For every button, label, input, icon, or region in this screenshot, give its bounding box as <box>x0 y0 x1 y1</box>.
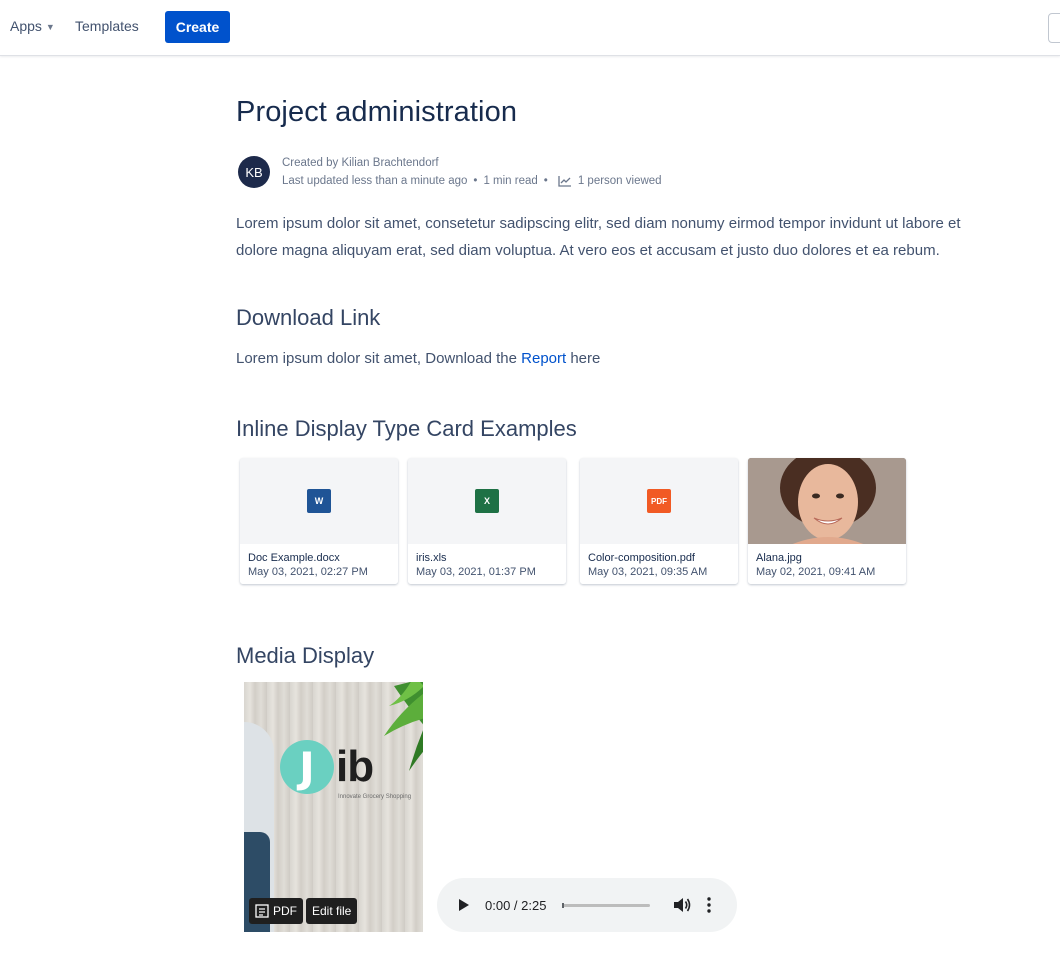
card-meta: Alana.jpg May 02, 2021, 09:41 AM <box>748 544 906 584</box>
download-paragraph: Lorem ipsum dolor sit amet, Download the… <box>236 350 600 367</box>
play-icon[interactable] <box>455 897 471 913</box>
download-suffix-text: here <box>570 350 601 367</box>
byline-text: Created by Kilian Brachtendorf Last upda… <box>282 154 662 190</box>
pdf-media-preview[interactable]: J ib Innovate Grocery Shopping PDF Edit … <box>244 682 423 932</box>
card-file-date: May 03, 2021, 09:35 AM <box>588 566 708 578</box>
pdf-icon-letters: PDF <box>651 496 667 506</box>
word-icon: W <box>307 489 331 513</box>
more-options-icon[interactable] <box>704 896 714 914</box>
card-file-name: iris.xls <box>416 552 447 564</box>
logo-tagline: Innovate Grocery Shopping <box>338 794 412 800</box>
card-file-date: May 02, 2021, 09:41 AM <box>756 566 876 578</box>
analytics-chart-icon[interactable] <box>558 175 572 187</box>
download-prefix-text: Lorem ipsum dolor sit amet, Download the <box>236 350 517 367</box>
pdf-badge-button[interactable]: PDF <box>249 898 303 924</box>
avatar[interactable]: KB <box>238 156 270 188</box>
card-file-date: May 03, 2021, 02:27 PM <box>248 566 368 578</box>
file-card-docx[interactable]: W Doc Example.docx May 03, 2021, 02:27 P… <box>240 458 398 584</box>
logo-ib-text: ib <box>336 742 374 791</box>
pdf-badge-label: PDF <box>273 904 297 918</box>
card-meta: iris.xls May 03, 2021, 01:37 PM <box>408 544 566 584</box>
chevron-down-icon: ▼ <box>45 21 55 32</box>
audio-player: 0:00 / 2:25 <box>437 878 737 932</box>
last-updated-text: Last updated less than a minute ago <box>282 175 468 187</box>
card-file-name: Alana.jpg <box>756 552 802 564</box>
jib-logo: J ib <box>280 740 374 794</box>
templates-link[interactable]: Templates <box>75 18 139 34</box>
card-thumbnail: X <box>408 458 566 544</box>
cards-heading: Inline Display Type Card Examples <box>236 416 577 441</box>
file-card-pdf[interactable]: PDF Color-composition.pdf May 03, 2021, … <box>580 458 738 584</box>
pdf-document-icon <box>255 904 269 918</box>
download-heading: Download Link <box>236 305 381 330</box>
card-file-date: May 03, 2021, 01:37 PM <box>416 566 536 578</box>
card-meta: Color-composition.pdf May 03, 2021, 09:3… <box>580 544 738 584</box>
created-by-text: Created by Kilian Brachtendorf <box>282 157 439 169</box>
byline: KB Created by Kilian Brachtendorf Last u… <box>238 154 662 190</box>
excel-icon: X <box>475 489 499 513</box>
report-link[interactable]: Report <box>521 350 566 367</box>
separator-dot: • <box>543 175 548 187</box>
apps-menu[interactable]: Apps ▼ <box>10 18 55 34</box>
seek-thumb[interactable] <box>562 902 565 908</box>
search-button[interactable] <box>1048 13 1060 43</box>
word-icon-letter: W <box>314 496 324 506</box>
apps-label: Apps <box>10 18 42 34</box>
intro-paragraph: Lorem ipsum dolor sit amet, consetetur s… <box>236 215 961 259</box>
top-navigation-bar: Apps ▼ Templates Create <box>0 0 1060 56</box>
page-stats: Last updated less than a minute ago • 1 … <box>282 172 662 190</box>
card-thumbnail: PDF <box>580 458 738 544</box>
portrait-photo-icon <box>748 458 906 546</box>
separator-dot: • <box>473 175 478 187</box>
excel-icon-letter: X <box>483 496 490 506</box>
audio-seek-slider[interactable] <box>562 902 651 908</box>
file-card-xls[interactable]: X iris.xls May 03, 2021, 01:37 PM <box>408 458 566 584</box>
card-file-name: Doc Example.docx <box>248 552 340 564</box>
audio-time-display: 0:00 / 2:25 <box>485 897 547 913</box>
card-file-name: Color-composition.pdf <box>588 552 695 564</box>
card-thumbnail: W <box>240 458 398 544</box>
volume-icon[interactable] <box>672 896 692 914</box>
media-heading: Media Display <box>236 643 375 668</box>
file-card-jpg[interactable]: Alana.jpg May 02, 2021, 09:41 AM <box>748 458 906 584</box>
card-meta: Doc Example.docx May 03, 2021, 02:27 PM <box>240 544 398 584</box>
pdf-icon: PDF <box>647 489 671 513</box>
edit-file-button[interactable]: Edit file <box>306 898 358 924</box>
photo-thumbnail <box>748 458 906 546</box>
logo-j-circle: J <box>280 740 334 794</box>
page-title: Project administration <box>236 96 518 128</box>
create-button[interactable]: Create <box>165 11 230 43</box>
read-time-text: 1 min read <box>483 175 538 187</box>
views-count-text[interactable]: 1 person viewed <box>578 172 662 190</box>
